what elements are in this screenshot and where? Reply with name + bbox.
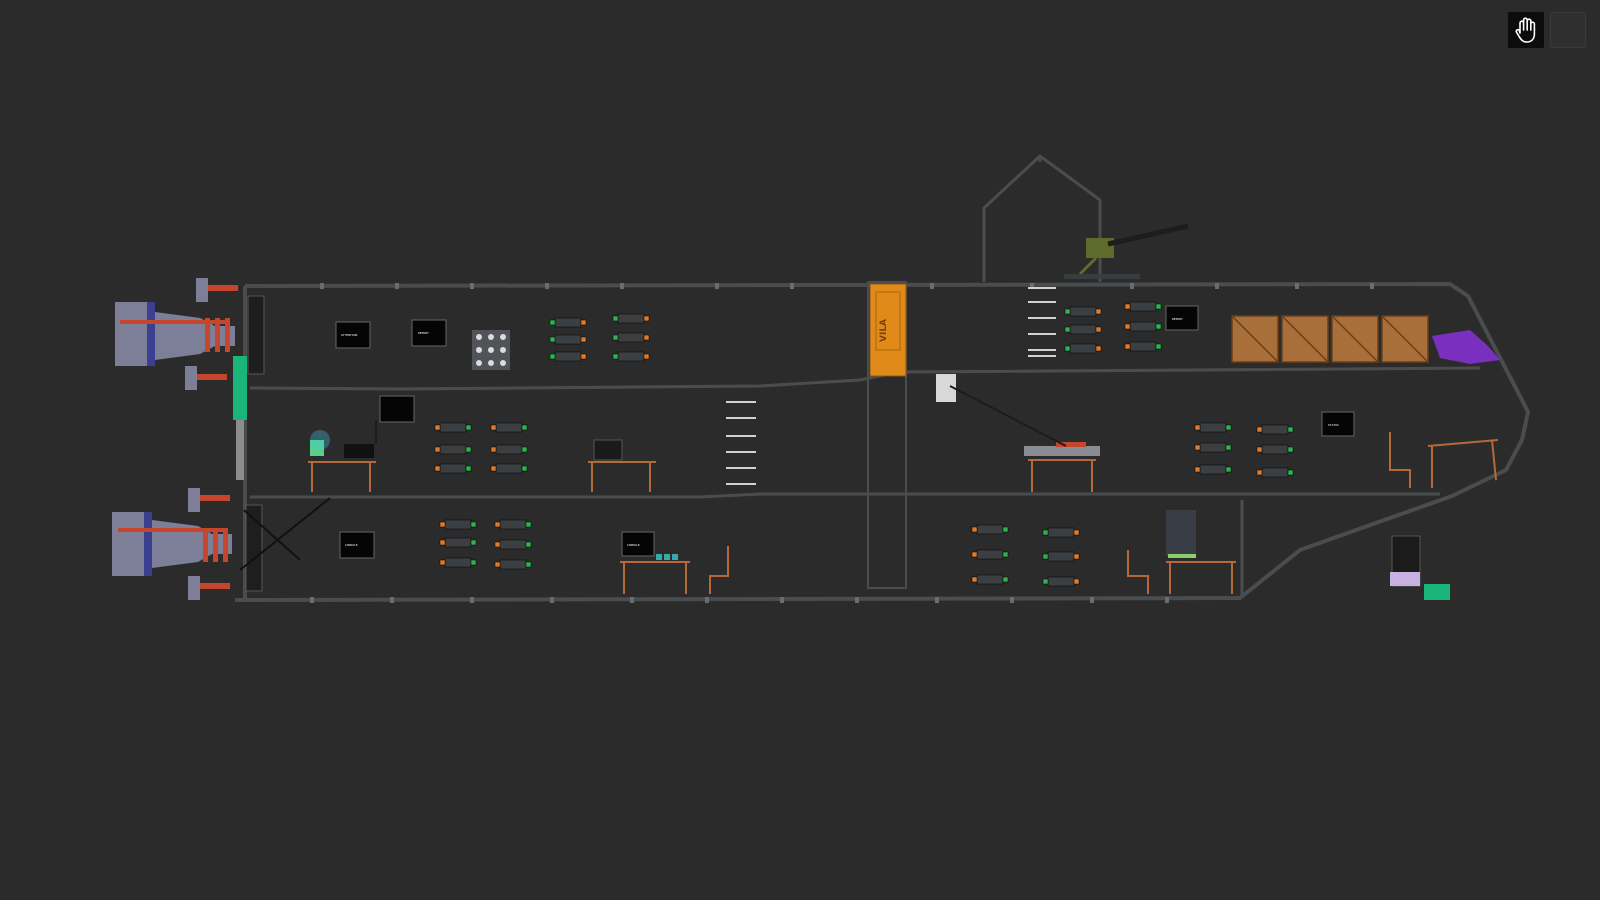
cargo-crates bbox=[1231, 315, 1429, 363]
cell-banks bbox=[434, 301, 1294, 587]
tower-turret bbox=[1064, 223, 1189, 279]
ladder-mid bbox=[726, 401, 756, 485]
screen-upper-2: REPORT bbox=[411, 319, 447, 347]
ship-scene: ATTENTION REPORT REPORT STATUS CONSOLE C… bbox=[112, 154, 1530, 603]
screen-upper-3-text: REPORT bbox=[1172, 317, 1183, 321]
ship-hull bbox=[234, 154, 1530, 602]
screen-upper-1: ATTENTION bbox=[335, 321, 371, 349]
screen-lower-mid-text: CONSOLE bbox=[627, 543, 640, 547]
wires bbox=[375, 385, 1067, 447]
screen-mid-left bbox=[379, 395, 415, 423]
screen-mid-right-text: STATUS bbox=[1328, 423, 1339, 427]
screen-lower-left-text: CONSOLE bbox=[345, 543, 358, 547]
vila-door: VILA bbox=[869, 283, 907, 377]
vila-door-label: VILA bbox=[879, 319, 889, 342]
screen-lower-mid: CONSOLE bbox=[621, 531, 655, 557]
screen-lower-left: CONSOLE bbox=[339, 531, 375, 559]
screen-upper-2-text: REPORT bbox=[418, 331, 429, 335]
ladder-tower bbox=[1028, 287, 1056, 357]
engine-top bbox=[115, 278, 238, 390]
screen-mid-right: STATUS bbox=[1321, 411, 1355, 437]
engine-bottom bbox=[112, 488, 232, 600]
screen-upper-1-text: ATTENTION bbox=[341, 333, 357, 337]
screen-upper-3: REPORT bbox=[1165, 305, 1199, 331]
button-grid-panel bbox=[472, 330, 510, 370]
furniture bbox=[308, 432, 1499, 594]
